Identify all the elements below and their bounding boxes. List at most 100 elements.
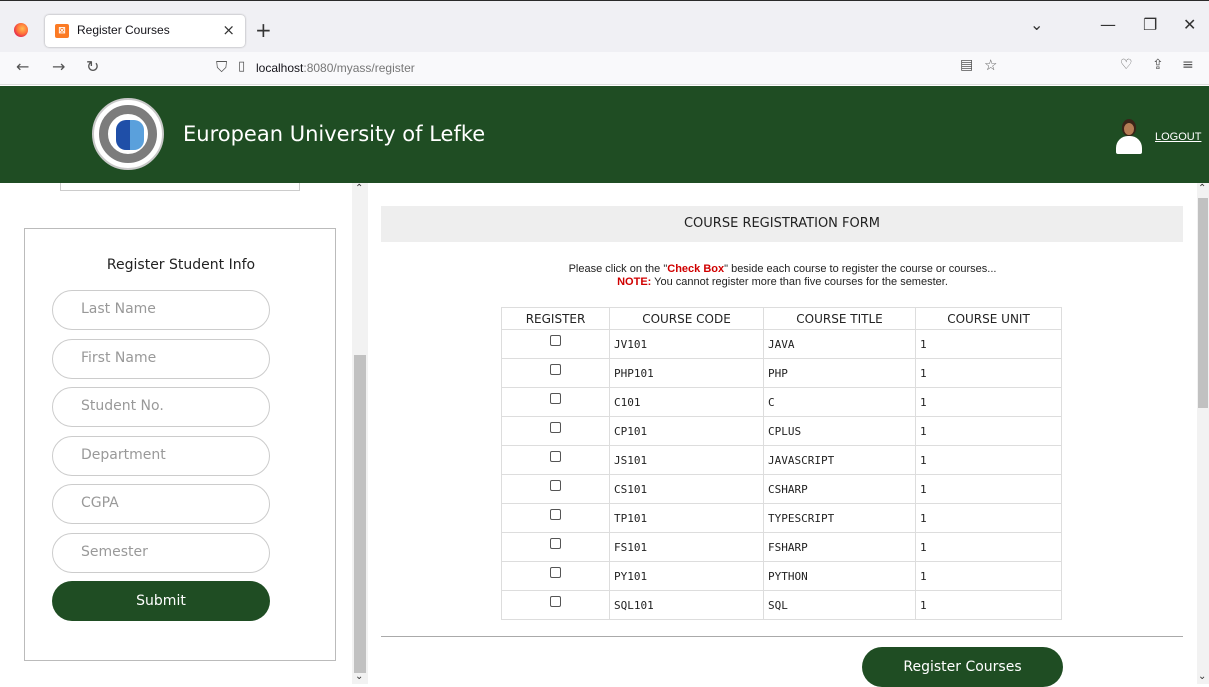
register-checkbox[interactable] [550,567,561,578]
table-row: PY101 PYTHON 1 [501,561,1062,591]
course-unit: 1 [915,329,1062,359]
scrollbar-thumb[interactable] [1198,198,1208,408]
note-text: You cannot register more than five cours… [651,276,948,288]
course-title: CPLUS [763,416,916,446]
course-title: JAVASCRIPT [763,445,916,475]
semester-input[interactable]: Semester [52,533,270,573]
student-no-input[interactable]: Student No. [52,387,270,427]
close-window-button[interactable]: ✕ [1183,15,1196,34]
course-title: PHP [763,358,916,388]
table-row: CS101 CSHARP 1 [501,474,1062,504]
xampp-favicon-icon: ⊠ [55,24,69,38]
course-code: FS101 [609,532,764,562]
reader-view-icon[interactable]: ▤ [960,57,973,73]
course-table: REGISTER COURSE CODE COURSE TITLE COURSE… [501,307,1062,620]
tab-close-icon[interactable]: × [222,21,235,39]
course-code: C101 [609,387,764,417]
register-checkbox[interactable] [550,538,561,549]
course-code: PHP101 [609,358,764,388]
course-title: SQL [763,590,916,620]
menu-icon[interactable]: ≡ [1182,57,1194,73]
course-unit: 1 [915,474,1062,504]
course-code: PY101 [609,561,764,591]
university-logo [92,98,164,170]
table-row: CP101 CPLUS 1 [501,416,1062,446]
url-text[interactable]: localhost:8080/myass/register [256,61,415,75]
course-title: C [763,387,916,417]
right-scrollbar[interactable]: ⌃ ⌄ [1197,183,1209,684]
page-icon: ▯ [238,59,246,74]
course-unit: 1 [915,532,1062,562]
forward-arrow-icon[interactable]: → [52,57,65,76]
table-row: PHP101 PHP 1 [501,358,1062,388]
share-icon[interactable]: ⇪ [1152,57,1164,73]
back-arrow-icon[interactable]: ← [16,57,29,76]
bookmark-star-icon[interactable]: ☆ [984,56,997,74]
scroll-up-icon[interactable]: ⌃ [1198,183,1206,194]
register-checkbox[interactable] [550,335,561,346]
restore-button[interactable]: ❐ [1143,15,1157,34]
scroll-down-icon[interactable]: ⌄ [1198,671,1206,682]
left-scrollbar[interactable]: ⌃ ⌄ [352,183,368,684]
register-checkbox[interactable] [550,364,561,375]
url-host: localhost [256,61,304,75]
cgpa-input[interactable]: CGPA [52,484,270,524]
reload-icon[interactable]: ↻ [86,57,99,76]
course-title: TYPESCRIPT [763,503,916,533]
register-courses-button[interactable]: Register Courses [862,647,1063,687]
course-title: PYTHON [763,561,916,591]
course-unit: 1 [915,445,1062,475]
firefox-icon[interactable] [14,23,28,37]
course-unit: 1 [915,590,1062,620]
minimize-button[interactable]: — [1100,15,1116,34]
main-content: COURSE REGISTRATION FORM Please click on… [368,183,1197,687]
col-header-register: REGISTER [501,307,610,330]
browser-tab-bar: ⊠ Register Courses × + ⌄ — ❐ ✕ [0,0,1209,52]
register-checkbox[interactable] [550,596,561,607]
register-checkbox[interactable] [550,393,561,404]
first-name-input[interactable]: First Name [52,339,270,379]
register-student-panel: Register Student Info Last Name First Na… [24,228,336,661]
course-unit: 1 [915,561,1062,591]
tab-list-chevron-down-icon[interactable]: ⌄ [1030,15,1043,34]
course-code: JV101 [609,329,764,359]
url-bar[interactable]: ⛉ ▯ localhost:8080/myass/register ▤ ☆ [200,55,1020,82]
user-avatar[interactable] [1116,119,1142,155]
tab-title: Register Courses [77,23,170,37]
note-label: NOTE: [617,276,652,288]
scroll-up-icon[interactable]: ⌃ [355,183,363,194]
pocket-icon[interactable]: ♡ [1120,57,1133,73]
course-code: CS101 [609,474,764,504]
cgpa-display: CGPA: 2.94 [60,183,300,191]
instr-post: " beside each course to register the cou… [724,263,997,275]
shield-icon[interactable]: ⛉ [216,58,227,76]
site-header: European University of Lefke LOGOUT [0,86,1209,183]
table-row: C101 C 1 [501,387,1062,417]
divider [381,636,1183,637]
department-input[interactable]: Department [52,436,270,476]
last-name-input[interactable]: Last Name [52,290,270,330]
new-tab-button[interactable]: + [255,18,272,42]
instr-pre: Please click on the " [568,263,668,275]
left-pane: CGPA: 2.94 Register Student Info Last Na… [0,183,368,684]
course-unit: 1 [915,416,1062,446]
register-checkbox[interactable] [550,509,561,520]
form-header: COURSE REGISTRATION FORM [381,206,1183,242]
course-code: TP101 [609,503,764,533]
site-title: European University of Lefke [183,122,486,146]
course-code: SQL101 [609,590,764,620]
register-checkbox[interactable] [550,422,561,433]
register-checkbox[interactable] [550,480,561,491]
table-row: JS101 JAVASCRIPT 1 [501,445,1062,475]
course-title: CSHARP [763,474,916,504]
browser-tab[interactable]: ⊠ Register Courses × [45,15,245,47]
course-title: JAVA [763,329,916,359]
panel-title: Register Student Info [106,257,256,273]
col-header-course-unit: COURSE UNIT [915,307,1062,330]
scroll-down-icon[interactable]: ⌄ [355,671,363,682]
register-checkbox[interactable] [550,451,561,462]
table-row: FS101 FSHARP 1 [501,532,1062,562]
scrollbar-thumb[interactable] [354,355,366,673]
submit-button[interactable]: Submit [52,581,270,621]
logout-link[interactable]: LOGOUT [1155,131,1201,143]
